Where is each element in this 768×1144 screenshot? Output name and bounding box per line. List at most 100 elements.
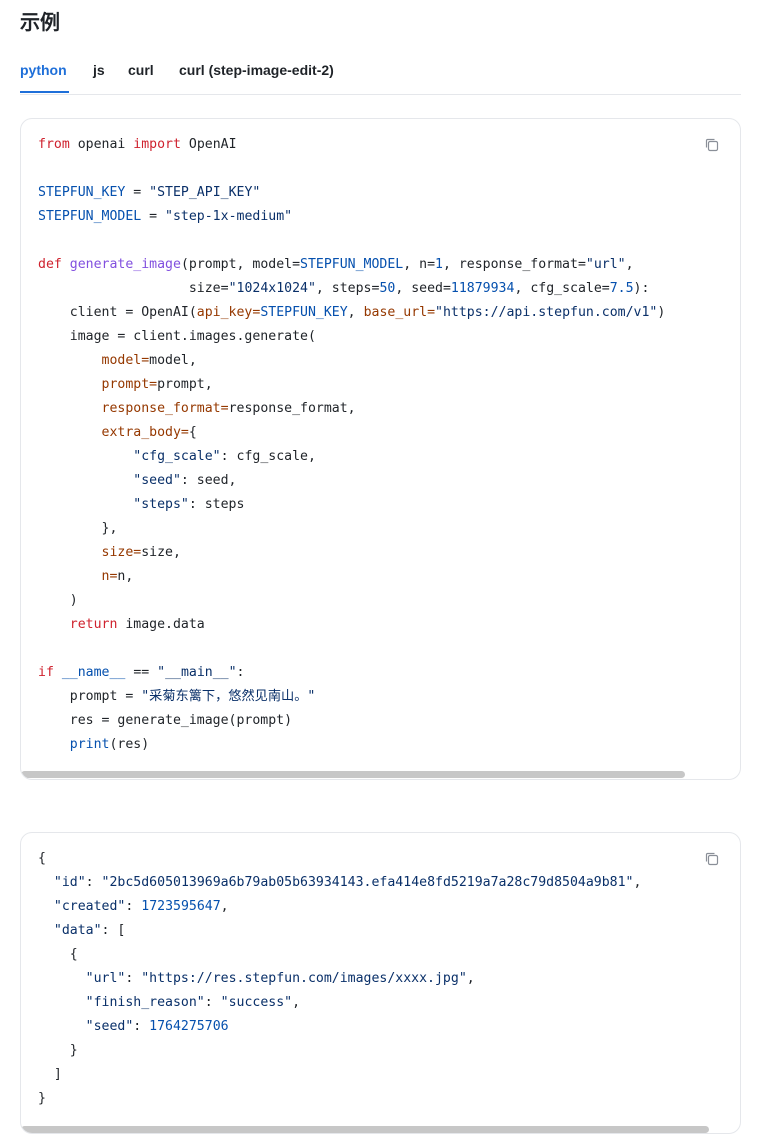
code-token: "data"	[53, 923, 102, 938]
code-line: "seed": seed,	[38, 469, 740, 493]
code-token: response_format,	[228, 401, 356, 416]
code-line: },	[38, 517, 740, 541]
tab-python[interactable]: python	[20, 62, 67, 78]
code-token: "__main__"	[157, 665, 237, 680]
code-token: res = generate_image(prompt)	[38, 713, 293, 728]
code-token: generate_image	[69, 257, 181, 272]
code-token: : [	[101, 923, 126, 938]
code-token: 1764275706	[149, 1019, 229, 1034]
tab-js[interactable]: js	[93, 62, 105, 78]
code-line: }	[38, 1087, 740, 1111]
code-line: STEPFUN_KEY = "STEP_API_KEY"	[38, 181, 740, 205]
code-token: print	[69, 737, 110, 752]
code-line: ]	[38, 1063, 740, 1087]
code-token: :	[85, 875, 102, 890]
code-token: ,	[633, 875, 642, 890]
code-line: res = generate_image(prompt)	[38, 709, 740, 733]
code-token: model,	[149, 353, 197, 368]
code-token: "seed"	[133, 473, 181, 488]
code-token: prompt =	[38, 689, 142, 704]
code-token: STEPFUN_MODEL	[300, 257, 404, 272]
code-token: :	[125, 971, 142, 986]
horizontal-scrollbar[interactable]	[21, 771, 685, 778]
request-code-block: from openai import OpenAI STEPFUN_KEY = …	[20, 118, 741, 780]
code-token: "seed"	[85, 1019, 134, 1034]
tab-curl-step-image-edit-2[interactable]: curl (step-image-edit-2)	[179, 62, 334, 78]
page-title: 示例	[20, 10, 60, 34]
code-token: "url"	[585, 257, 626, 272]
code-line: def generate_image(prompt, model=STEPFUN…	[38, 253, 740, 277]
code-token: :	[204, 995, 221, 1010]
code-token: size=	[38, 281, 229, 296]
code-token: , cfg_scale=	[514, 281, 610, 296]
code-token: "1024x1024"	[228, 281, 316, 296]
code-line: size="1024x1024", steps=50, seed=1187993…	[38, 277, 740, 301]
code-token: api_key=	[196, 305, 261, 320]
code-line: return image.data	[38, 613, 740, 637]
code-token: client = OpenAI(	[38, 305, 197, 320]
code-line: prompt = "采菊东篱下，悠然见南山。"	[38, 685, 740, 709]
code-token: 1723595647	[141, 899, 221, 914]
horizontal-scrollbar[interactable]	[21, 1126, 709, 1133]
code-line: print(res)	[38, 733, 740, 757]
code-token: "success"	[220, 995, 293, 1010]
code-token: image.data	[117, 617, 205, 632]
code-line: client = OpenAI(api_key=STEPFUN_KEY, bas…	[38, 301, 740, 325]
code-line: "seed": 1764275706	[38, 1015, 740, 1039]
code-token: : cfg_scale,	[220, 449, 316, 464]
code-token: {	[38, 947, 78, 962]
code-token: :	[236, 665, 245, 680]
code-token: ,	[220, 899, 229, 914]
code-token: STEPFUN_MODEL	[38, 209, 142, 224]
code-token: ==	[125, 665, 158, 680]
code-token: return	[69, 617, 118, 632]
code-line: from openai import OpenAI	[38, 133, 740, 157]
code-token: , steps=	[315, 281, 380, 296]
copy-icon[interactable]	[704, 137, 720, 153]
code-token: n,	[117, 569, 134, 584]
code-token: , n=	[403, 257, 436, 272]
code-token: response_format=	[101, 401, 229, 416]
code-token: "created"	[53, 899, 126, 914]
code-token: ,	[292, 995, 301, 1010]
code-token: import	[133, 137, 181, 152]
code-token: : steps	[188, 497, 245, 512]
code-token: }	[38, 1043, 78, 1058]
code-token: )	[657, 305, 666, 320]
code-token: 50	[379, 281, 396, 296]
code-token: )	[38, 593, 78, 608]
code-token: size,	[141, 545, 181, 560]
code-token: STEPFUN_KEY	[260, 305, 348, 320]
code-token: ,	[347, 305, 364, 320]
code-line: extra_body={	[38, 421, 740, 445]
code-token: __name__	[61, 665, 126, 680]
code-token: 7.5	[609, 281, 634, 296]
code-line: image = client.images.generate(	[38, 325, 740, 349]
code-line: size=size,	[38, 541, 740, 565]
code-token: =	[125, 185, 150, 200]
copy-icon[interactable]	[704, 851, 720, 867]
code-token: STEPFUN_KEY	[38, 185, 126, 200]
code-token: "采菊东篱下，悠然见南山。"	[141, 689, 316, 704]
code-token: "url"	[85, 971, 126, 986]
code-token: extra_body=	[101, 425, 189, 440]
code-token: 1	[435, 257, 443, 272]
code-token: "id"	[53, 875, 86, 890]
tab-curl[interactable]: curl	[128, 62, 154, 78]
code-line: "steps": steps	[38, 493, 740, 517]
code-line: n=n,	[38, 565, 740, 589]
code-token: image = client.images.generate(	[38, 329, 316, 344]
code-token: "2bc5d605013969a6b79ab05b63934143.efa414…	[101, 875, 634, 890]
code-token: {	[188, 425, 197, 440]
code-token: prompt=	[101, 377, 158, 392]
